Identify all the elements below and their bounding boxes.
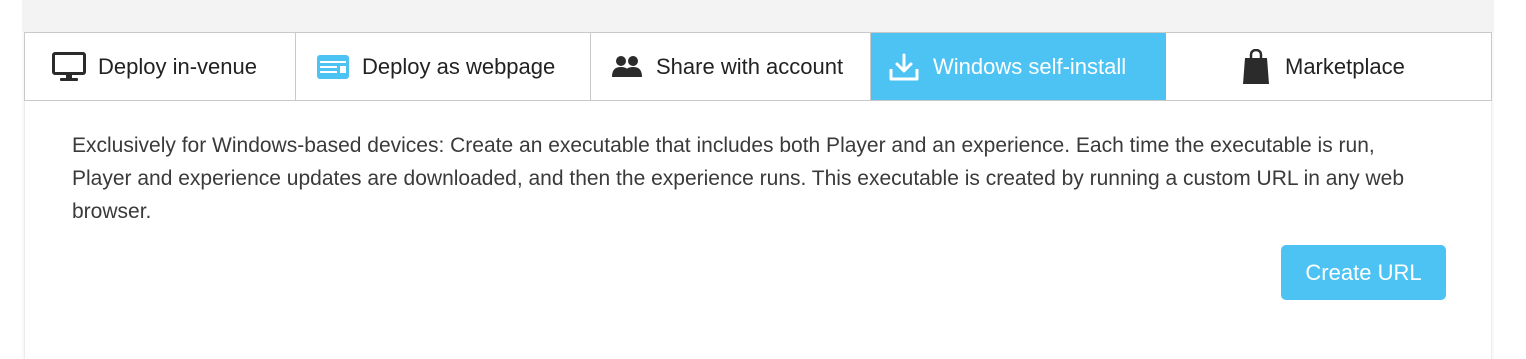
monitor-icon <box>51 49 87 85</box>
tab-share-with-account[interactable]: Share with account <box>591 33 871 100</box>
tab-windows-self-install[interactable]: Windows self-install <box>871 33 1166 100</box>
tab-label: Share with account <box>656 53 844 79</box>
create-url-button[interactable]: Create URL <box>1281 245 1446 300</box>
tab-label: Deploy as webpage <box>362 53 556 79</box>
webpage-icon <box>315 49 351 85</box>
tab-label: Marketplace <box>1285 53 1405 79</box>
download-icon <box>886 49 922 85</box>
panel-header-strip <box>22 0 1494 32</box>
tab-label: Windows self-install <box>933 53 1127 79</box>
users-icon <box>609 49 645 85</box>
tab-deploy-in-venue[interactable]: Deploy in-venue <box>25 33 296 100</box>
tab-marketplace[interactable]: Marketplace <box>1166 33 1491 100</box>
tab-content-panel: Exclusively for Windows-based devices: C… <box>24 101 1492 359</box>
shopping-bag-icon <box>1238 48 1274 85</box>
description-text: Exclusively for Windows-based devices: C… <box>72 134 1404 223</box>
deploy-tabs: Deploy in-venue Deploy as webpage Share … <box>24 32 1492 101</box>
tab-deploy-as-webpage[interactable]: Deploy as webpage <box>296 33 591 100</box>
tab-label: Deploy in-venue <box>98 53 257 79</box>
